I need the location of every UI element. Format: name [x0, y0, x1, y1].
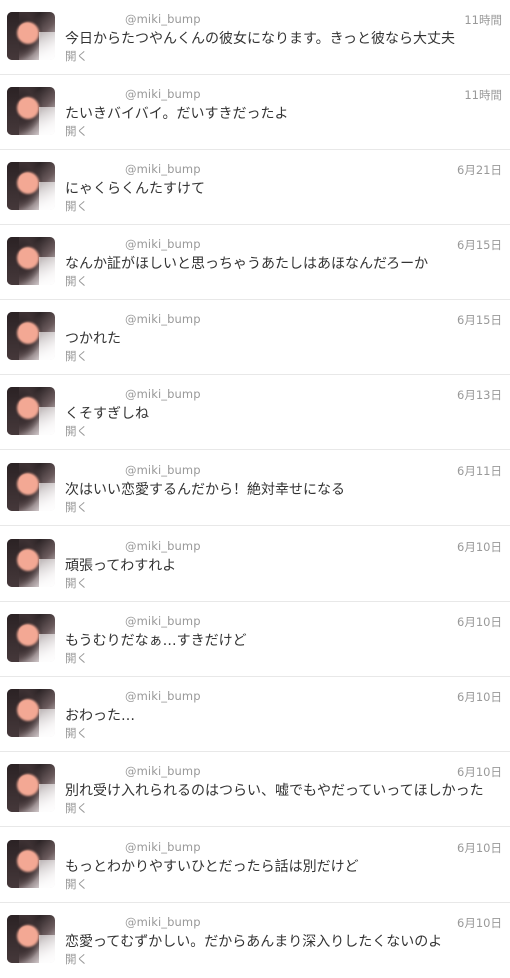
tweet-text: もうむりだなぁ…すきだけど [65, 633, 247, 649]
tweet-timeline: @miki_bump 11時間 今日からたつやんくんの彼女になります。きっと彼な… [0, 0, 510, 978]
tweet-username[interactable]: @miki_bump [125, 689, 201, 703]
open-tweet-link[interactable]: 開く [65, 575, 88, 591]
tweet-text: くそすぎしね [65, 406, 149, 422]
tweet-username[interactable]: @miki_bump [125, 237, 201, 251]
tweet-text: たいきバイバイ。だいすきだったよ [65, 106, 289, 122]
tweet-username[interactable]: @miki_bump [125, 840, 201, 854]
tweet-timestamp[interactable]: 6月10日 [457, 915, 502, 931]
tweet-timestamp[interactable]: 6月15日 [457, 312, 502, 328]
avatar[interactable] [7, 689, 55, 737]
tweet-timestamp[interactable]: 6月10日 [457, 764, 502, 780]
tweet-item[interactable]: @miki_bump 6月15日 なんか証がほしいと思っちゃうあたしはあほなんだ… [0, 225, 510, 300]
open-tweet-link[interactable]: 開く [65, 499, 88, 515]
tweet-username[interactable]: @miki_bump [125, 87, 201, 101]
open-tweet-link[interactable]: 開く [65, 123, 88, 139]
tweet-text: 頑張ってわすれよ [65, 558, 177, 574]
tweet-text: つかれた [65, 331, 121, 347]
tweet-timestamp[interactable]: 6月21日 [457, 162, 502, 178]
tweet-username[interactable]: @miki_bump [125, 764, 201, 778]
avatar[interactable] [7, 387, 55, 435]
open-tweet-link[interactable]: 開く [65, 348, 88, 364]
tweet-item[interactable]: @miki_bump 6月10日 おわった… 開く [0, 677, 510, 752]
tweet-username[interactable]: @miki_bump [125, 162, 201, 176]
open-tweet-link[interactable]: 開く [65, 423, 88, 439]
tweet-item[interactable]: @miki_bump 11時間 今日からたつやんくんの彼女になります。きっと彼な… [0, 0, 510, 75]
tweet-timestamp[interactable]: 6月10日 [457, 539, 502, 555]
open-tweet-link[interactable]: 開く [65, 800, 88, 816]
tweet-timestamp[interactable]: 11時間 [464, 12, 502, 28]
tweet-item[interactable]: @miki_bump 11時間 たいきバイバイ。だいすきだったよ 開く [0, 75, 510, 150]
open-tweet-link[interactable]: 開く [65, 650, 88, 666]
tweet-timestamp[interactable]: 6月11日 [457, 463, 502, 479]
tweet-timestamp[interactable]: 11時間 [464, 87, 502, 103]
open-tweet-link[interactable]: 開く [65, 273, 88, 289]
open-tweet-link[interactable]: 開く [65, 198, 88, 214]
tweet-username[interactable]: @miki_bump [125, 614, 201, 628]
tweet-username[interactable]: @miki_bump [125, 463, 201, 477]
open-tweet-link[interactable]: 開く [65, 876, 88, 892]
tweet-username[interactable]: @miki_bump [125, 539, 201, 553]
avatar[interactable] [7, 87, 55, 135]
avatar[interactable] [7, 162, 55, 210]
tweet-item[interactable]: @miki_bump 6月15日 つかれた 開く [0, 300, 510, 375]
tweet-item[interactable]: @miki_bump 6月10日 頑張ってわすれよ 開く [0, 527, 510, 602]
tweet-item[interactable]: @miki_bump 6月13日 くそすぎしね 開く [0, 375, 510, 450]
tweet-text: 別れ受け入れられるのはつらい、嘘でもやだっていってほしかった [65, 783, 484, 799]
avatar[interactable] [7, 312, 55, 360]
tweet-item[interactable]: @miki_bump 6月11日 次はいい恋愛するんだから！絶対幸せになる 開く [0, 451, 510, 526]
tweet-username[interactable]: @miki_bump [125, 387, 201, 401]
tweet-text: 今日からたつやんくんの彼女になります。きっと彼なら大丈夫 [65, 31, 456, 47]
tweet-item[interactable]: @miki_bump 6月21日 にゃくらくんたすけて 開く [0, 150, 510, 225]
tweet-timestamp[interactable]: 6月15日 [457, 237, 502, 253]
avatar[interactable] [7, 539, 55, 587]
avatar[interactable] [7, 12, 55, 60]
open-tweet-link[interactable]: 開く [65, 48, 88, 64]
tweet-item[interactable]: @miki_bump 6月10日 もっとわかりやすいひとだったら話は別だけど 開… [0, 828, 510, 903]
avatar[interactable] [7, 915, 55, 963]
avatar[interactable] [7, 463, 55, 511]
avatar[interactable] [7, 614, 55, 662]
tweet-text: もっとわかりやすいひとだったら話は別だけど [65, 859, 359, 875]
tweet-item[interactable]: @miki_bump 6月10日 恋愛ってむずかしい。だからあんまり深入りしたく… [0, 903, 510, 978]
avatar[interactable] [7, 840, 55, 888]
tweet-text: 恋愛ってむずかしい。だからあんまり深入りしたくないのよ [65, 934, 443, 950]
tweet-username[interactable]: @miki_bump [125, 915, 201, 929]
open-tweet-link[interactable]: 開く [65, 951, 88, 967]
tweet-item[interactable]: @miki_bump 6月10日 別れ受け入れられるのはつらい、嘘でもやだってい… [0, 752, 510, 827]
tweet-text: にゃくらくんたすけて [65, 181, 205, 197]
open-tweet-link[interactable]: 開く [65, 725, 88, 741]
tweet-text: おわった… [65, 708, 135, 724]
tweet-timestamp[interactable]: 6月10日 [457, 689, 502, 705]
avatar[interactable] [7, 237, 55, 285]
tweet-text: 次はいい恋愛するんだから！絶対幸せになる [65, 482, 345, 498]
tweet-username[interactable]: @miki_bump [125, 312, 201, 326]
tweet-item[interactable]: @miki_bump 6月10日 もうむりだなぁ…すきだけど 開く [0, 602, 510, 677]
tweet-timestamp[interactable]: 6月10日 [457, 614, 502, 630]
tweet-text: なんか証がほしいと思っちゃうあたしはあほなんだろーか [65, 256, 429, 272]
tweet-timestamp[interactable]: 6月13日 [457, 387, 502, 403]
tweet-timestamp[interactable]: 6月10日 [457, 840, 502, 856]
avatar[interactable] [7, 764, 55, 812]
tweet-username[interactable]: @miki_bump [125, 12, 201, 26]
